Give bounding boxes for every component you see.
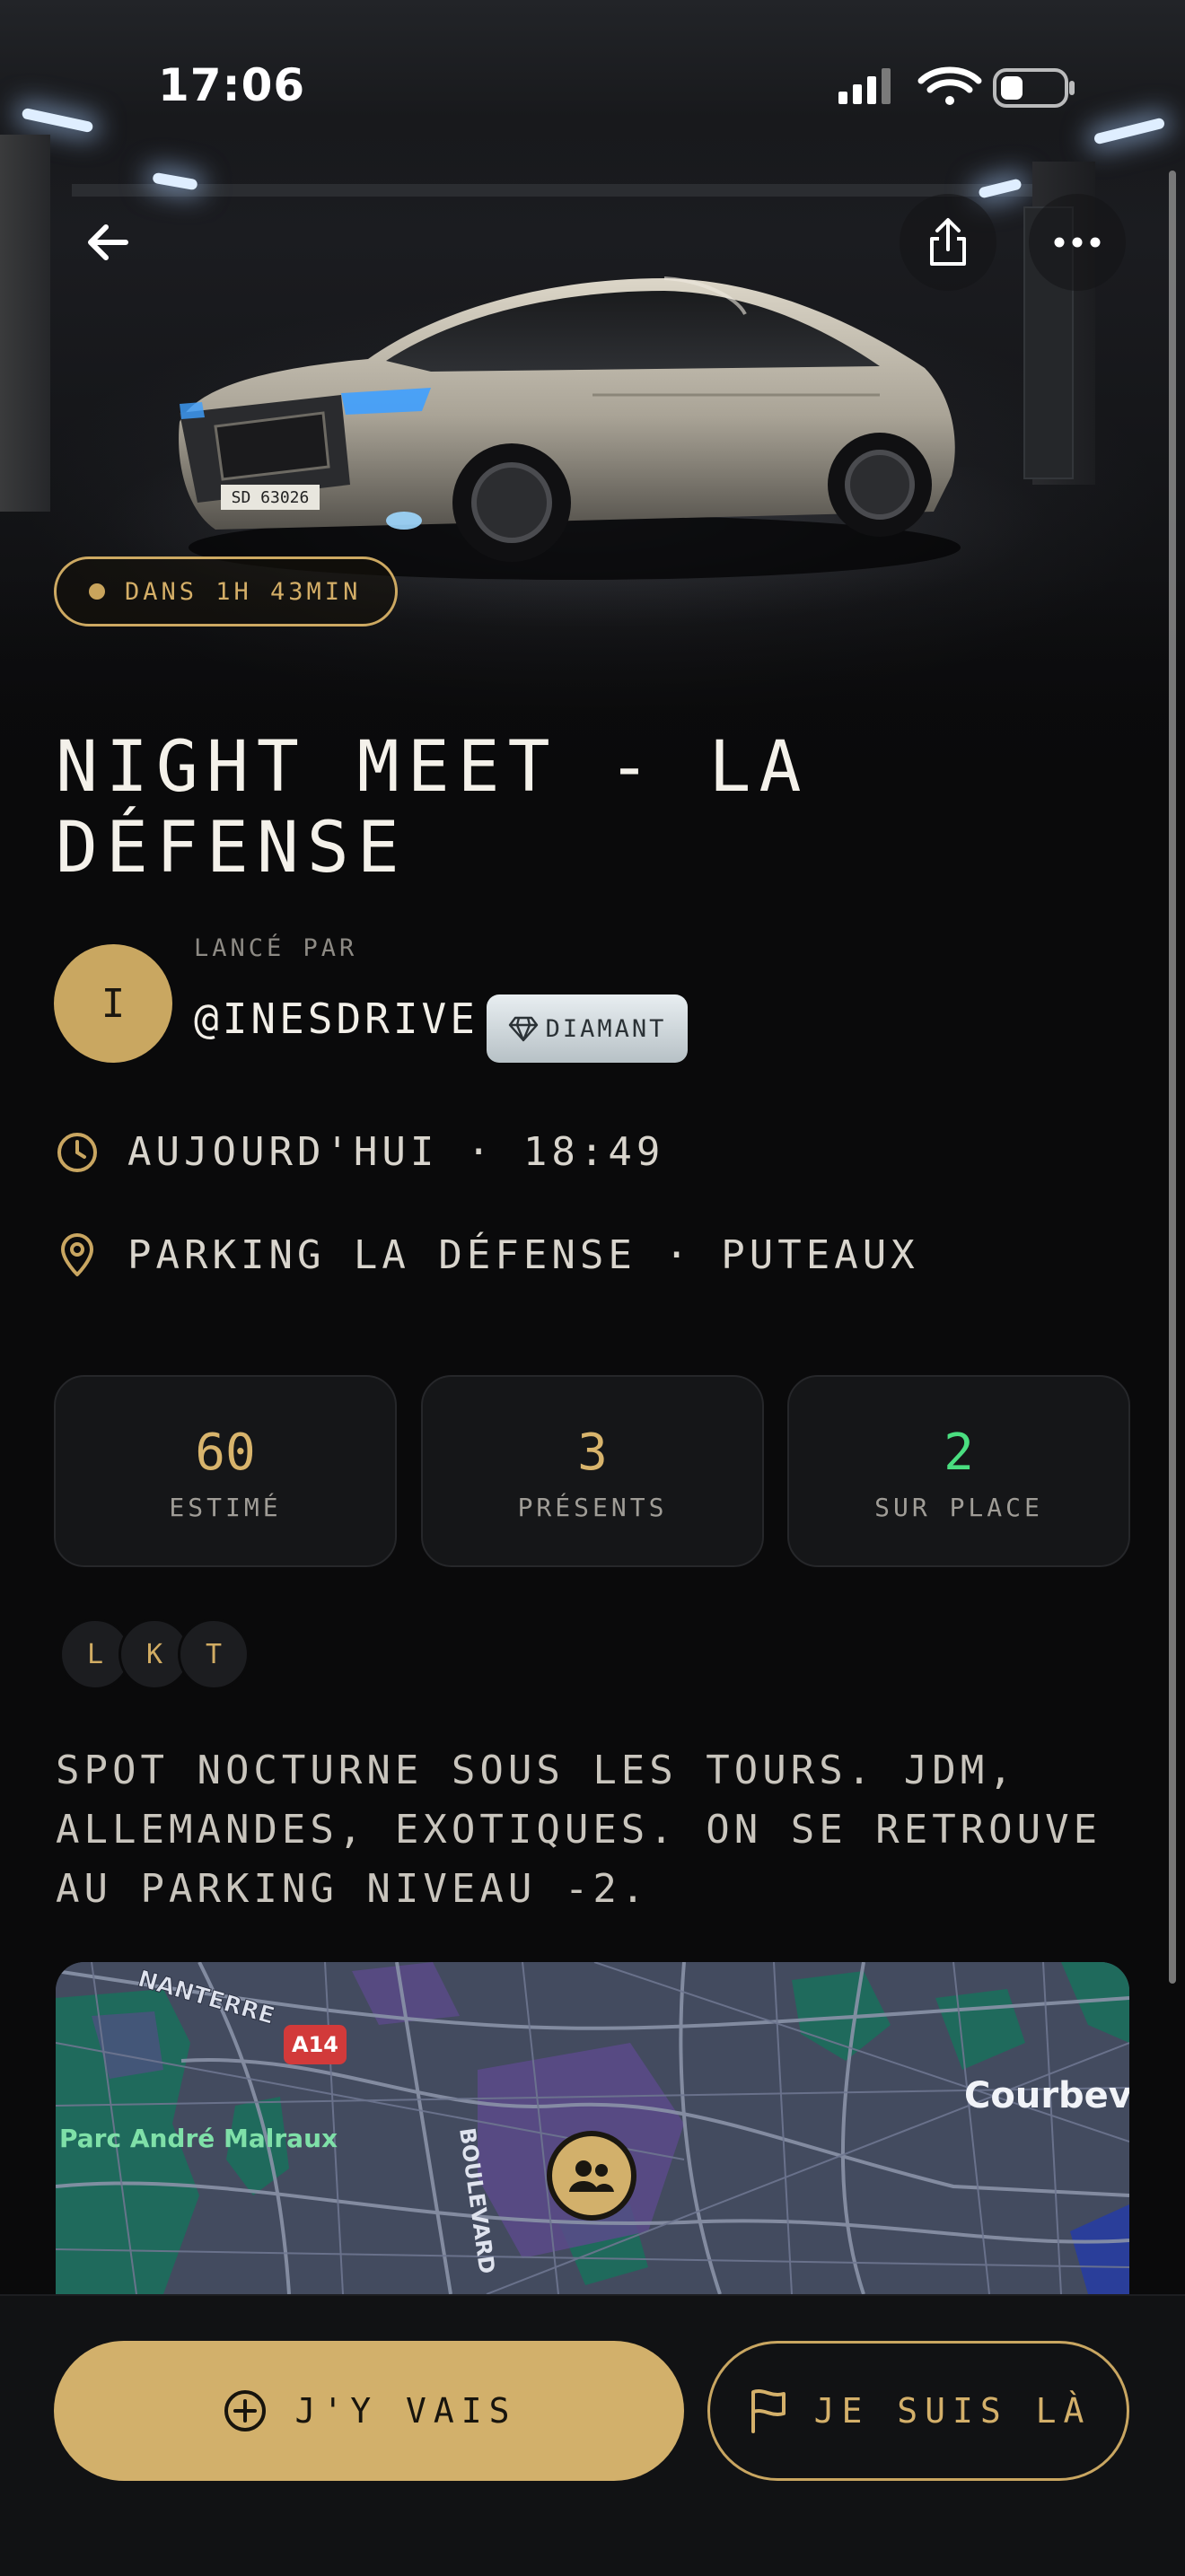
- back-button[interactable]: [59, 194, 156, 291]
- clock-icon: [57, 1132, 97, 1172]
- more-dots-icon: [1054, 237, 1101, 248]
- location-pin-icon: [61, 1233, 93, 1276]
- map-label-park: Parc André Malraux: [59, 2124, 338, 2153]
- event-datetime-row: AUJOURD'HUI · 18:49: [56, 1129, 664, 1175]
- diamond-icon: [508, 1016, 538, 1042]
- plus-circle-icon: [224, 2390, 267, 2431]
- organizer-handle[interactable]: @INESDRIVE: [194, 994, 478, 1043]
- stat-value: 2: [944, 1424, 974, 1482]
- license-plate: SD 63026: [232, 488, 310, 507]
- map-road-shield: A14: [292, 2032, 338, 2057]
- share-icon: [930, 218, 966, 266]
- event-datetime: AUJOURD'HUI · 18:49: [127, 1129, 665, 1175]
- stat-label: ESTIMÉ: [169, 1493, 282, 1522]
- status-time: 17:06: [158, 59, 306, 111]
- rank-badge-label: DIAMANT: [545, 1014, 667, 1043]
- stat-on-site: 2 SUR PLACE: [787, 1375, 1130, 1567]
- wifi-icon: [917, 66, 982, 105]
- arrow-left-icon: [88, 224, 128, 260]
- attendee-avatar[interactable]: T: [178, 1618, 250, 1690]
- map-canvas: NANTERRE A14 Parc André Malraux BOULEVAR…: [56, 1962, 1129, 2294]
- stat-value: 3: [577, 1424, 608, 1482]
- map-label-city: Courbev: [964, 2075, 1129, 2116]
- event-location: PARKING LA DÉFENSE · PUTEAUX: [127, 1231, 919, 1278]
- organizer-avatar[interactable]: I: [54, 944, 172, 1063]
- car-illustration: SD 63026: [179, 276, 961, 580]
- event-description: SPOT NOCTURNE SOUS LES TOURS. JDM, ALLEM…: [56, 1748, 1102, 1912]
- battery-icon: [993, 68, 1075, 108]
- stat-estimated: 60 ESTIMÉ: [54, 1375, 397, 1567]
- countdown-text: DANS 1H 43MIN: [125, 577, 362, 606]
- im-here-button-label: JE SUIS LÀ: [813, 2391, 1092, 2431]
- signal-icon: [838, 68, 891, 104]
- garage-pillar: [0, 135, 50, 512]
- meet-location-marker: [547, 2131, 636, 2221]
- stat-label: SUR PLACE: [874, 1493, 1043, 1522]
- stat-value: 60: [195, 1424, 256, 1482]
- rank-badge: DIAMANT: [487, 994, 688, 1063]
- going-button[interactable]: J'Y VAIS: [54, 2341, 684, 2481]
- status-dot-icon: [89, 583, 105, 600]
- going-button-label: J'Y VAIS: [294, 2391, 517, 2431]
- stat-label: PRÉSENTS: [517, 1493, 668, 1522]
- countdown-badge: DANS 1H 43MIN: [54, 556, 399, 626]
- event-title: NIGHT MEET - LA DÉFENSE: [56, 727, 810, 889]
- launched-by-label: LANCÉ PAR: [194, 934, 358, 962]
- share-button[interactable]: [900, 194, 996, 291]
- status-icons: [838, 66, 1075, 108]
- more-button[interactable]: [1029, 194, 1126, 291]
- event-map[interactable]: NANTERRE A14 Parc André Malraux BOULEVAR…: [56, 1962, 1129, 2294]
- stat-present: 3 PRÉSENTS: [421, 1375, 764, 1567]
- organizer-initial: I: [101, 980, 126, 1027]
- im-here-button[interactable]: JE SUIS LÀ: [707, 2341, 1129, 2481]
- event-location-row[interactable]: PARKING LA DÉFENSE · PUTEAUX: [56, 1231, 919, 1278]
- scrollbar[interactable]: [1169, 171, 1176, 1984]
- flag-icon: [750, 2389, 786, 2433]
